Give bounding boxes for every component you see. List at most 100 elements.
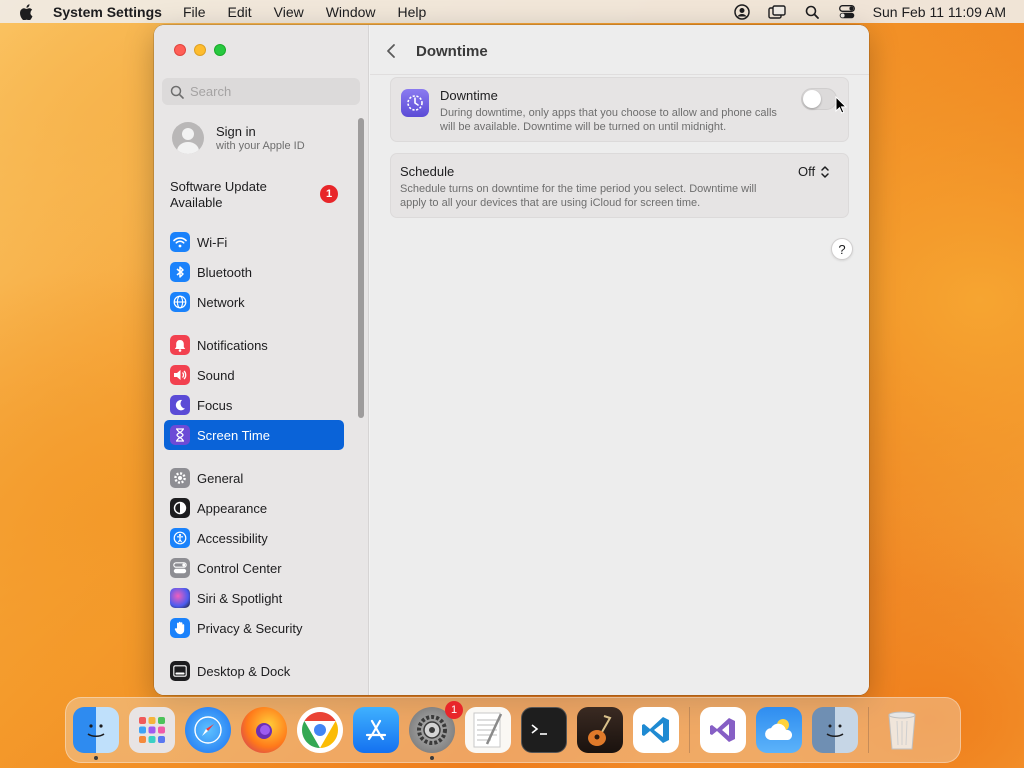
menu-app-name[interactable]: System Settings <box>53 4 162 20</box>
content-pane: Downtime Downtime During downtime, only … <box>370 25 869 695</box>
apple-id-signin[interactable]: Sign in with your Apple ID <box>172 122 305 154</box>
sidebar-item-label: Bluetooth <box>197 264 252 280</box>
menu-view[interactable]: View <box>274 4 304 20</box>
finder-folder-icon <box>826 724 844 737</box>
sidebar-search-field[interactable]: Search <box>162 78 360 105</box>
software-update-badge: 1 <box>320 185 338 203</box>
sidebar-item-focus[interactable]: Focus <box>164 390 344 420</box>
sidebar-item-privacy-security[interactable]: Privacy & Security <box>164 613 344 643</box>
weather-icon <box>765 719 793 740</box>
close-window-button[interactable] <box>174 44 186 56</box>
sidebar-item-label: Network <box>197 294 245 310</box>
minimize-window-button[interactable] <box>194 44 206 56</box>
sidebar-item-accessibility[interactable]: Accessibility <box>164 523 344 553</box>
dock-vscode[interactable] <box>633 707 679 753</box>
schedule-card: Schedule Schedule turns on downtime for … <box>390 153 849 218</box>
zoom-window-button[interactable] <box>214 44 226 56</box>
dock-safari[interactable] <box>185 707 231 753</box>
control-center-icon[interactable] <box>838 4 856 20</box>
chevron-left-icon <box>387 44 395 58</box>
sidebar-item-label: Desktop & Dock <box>197 663 291 679</box>
chrome-icon <box>301 712 339 748</box>
menu-help[interactable]: Help <box>398 4 427 20</box>
dock-visual-studio[interactable] <box>700 707 746 753</box>
spotlight-search-icon[interactable] <box>803 4 821 20</box>
menu-clock[interactable]: Sun Feb 11 11:09 AM <box>873 4 1006 20</box>
sidebar-item-wifi[interactable]: Wi-Fi <box>164 227 344 257</box>
sidebar-item-label: Accessibility <box>197 530 268 546</box>
sidebar-item-label: Sound <box>197 367 235 383</box>
accessibility-icon <box>170 528 190 548</box>
menu-window[interactable]: Window <box>326 4 376 20</box>
wifi-icon <box>170 232 190 252</box>
page-title: Downtime <box>416 42 488 60</box>
dock-trash[interactable] <box>879 707 925 753</box>
vscode-icon <box>642 717 669 743</box>
visual-studio-icon <box>710 718 735 742</box>
downtime-title: Downtime <box>440 88 498 103</box>
finder-icon <box>87 724 105 738</box>
sidebar-item-label: Siri & Spotlight <box>197 590 283 606</box>
bell-icon <box>170 335 190 355</box>
dock-finder[interactable] <box>73 707 119 760</box>
sidebar-item-siri-spotlight[interactable]: Siri & Spotlight <box>164 583 344 613</box>
dock-weather[interactable] <box>756 707 802 753</box>
user-account-icon[interactable] <box>733 3 751 20</box>
sidebar-item-bluetooth[interactable]: Bluetooth <box>164 257 344 287</box>
downtime-description: During downtime, only apps that you choo… <box>440 107 777 133</box>
running-indicator <box>94 756 98 760</box>
dock: 1 <box>65 697 961 763</box>
dock-textedit[interactable] <box>465 707 511 753</box>
dock-separator <box>868 707 869 753</box>
downtime-card: Downtime During downtime, only apps that… <box>390 77 849 142</box>
sidebar-item-control-center[interactable]: Control Center <box>164 553 344 583</box>
downtime-toggle[interactable] <box>801 88 837 110</box>
apple-menu-icon[interactable] <box>19 3 33 20</box>
garageband-icon <box>588 715 612 746</box>
software-update-item[interactable]: Software Update Available <box>170 179 267 211</box>
sidebar-item-label: General <box>197 470 244 486</box>
launchpad-icon <box>139 717 165 743</box>
bluetooth-icon <box>170 262 190 282</box>
terminal-icon <box>531 724 547 735</box>
dock-garageband[interactable] <box>577 707 623 753</box>
sidebar-scrollbar[interactable] <box>358 118 364 418</box>
sidebar-item-desktop-dock[interactable]: Desktop & Dock <box>164 656 344 686</box>
gear-icon <box>170 468 190 488</box>
dock-finder-folder[interactable] <box>812 707 858 753</box>
toggle-knob <box>803 90 821 108</box>
dock-separator <box>689 707 690 753</box>
hand-icon <box>170 618 190 638</box>
sidebar-item-network[interactable]: Network <box>164 287 344 317</box>
sidebar-item-appearance[interactable]: Appearance <box>164 493 344 523</box>
sidebar-item-screen-time[interactable]: Screen Time <box>164 420 344 450</box>
system-settings-window: Search Sign in with your Apple ID Softwa… <box>154 25 869 695</box>
textedit-icon <box>473 712 503 748</box>
software-update-label-line1: Software Update <box>170 179 267 194</box>
dock-chrome[interactable] <box>297 707 343 753</box>
speaker-icon <box>170 365 190 385</box>
dock-system-settings[interactable]: 1 <box>409 701 463 760</box>
back-button[interactable] <box>386 43 402 59</box>
system-settings-badge: 1 <box>445 701 463 719</box>
dock-firefox[interactable] <box>241 707 287 753</box>
dock-launchpad[interactable] <box>129 707 175 753</box>
screen-mirroring-icon[interactable] <box>767 4 786 20</box>
sidebar-item-sound[interactable]: Sound <box>164 360 344 390</box>
help-button[interactable]: ? <box>831 238 853 260</box>
menu-file[interactable]: File <box>183 4 206 20</box>
menu-edit[interactable]: Edit <box>228 4 252 20</box>
sidebar-item-general[interactable]: General <box>164 463 344 493</box>
dock-app-store[interactable] <box>353 707 399 753</box>
updown-chevron-icon <box>821 165 829 178</box>
running-indicator <box>430 756 434 760</box>
hourglass-icon <box>170 425 190 445</box>
schedule-title: Schedule <box>400 164 455 179</box>
schedule-popup-button[interactable]: Off <box>798 164 830 179</box>
dock-terminal[interactable] <box>521 707 567 753</box>
safari-icon <box>194 716 222 744</box>
sidebar-item-notifications[interactable]: Notifications <box>164 330 344 360</box>
siri-icon <box>170 588 190 608</box>
app-store-icon <box>365 719 387 741</box>
sidebar-item-label: Screen Time <box>197 427 270 443</box>
